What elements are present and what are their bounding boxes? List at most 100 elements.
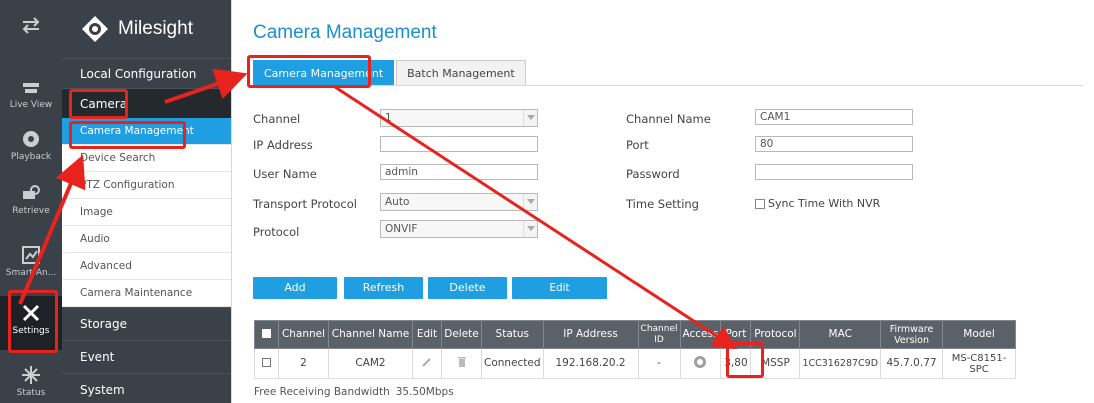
smart-analysis-icon [22, 246, 40, 264]
bandwidth-info: Free Receiving Bandwidth 35.50Mbps [254, 386, 460, 398]
pencil-icon[interactable] [421, 356, 433, 368]
header-cell: Channel Name [328, 320, 413, 349]
live-view-icon [23, 83, 39, 93]
cell-channel-id: - [637, 348, 681, 379]
password-input[interactable] [755, 164, 913, 180]
time-setting-label: Time Setting [626, 197, 699, 211]
rail-status[interactable]: Status [0, 358, 62, 403]
nav-item-camera-maintenance[interactable]: Camera Maintenance [62, 280, 231, 307]
channel-select[interactable]: 1 [380, 109, 538, 127]
row-select[interactable] [254, 348, 279, 379]
cell-delete[interactable] [441, 348, 482, 379]
cell-protocol: MSSP [750, 348, 801, 379]
rail-settings[interactable]: Settings [0, 296, 62, 350]
header-cell: Access [679, 320, 722, 349]
settings-nav: Milesight Local Configuration Camera Cam… [62, 0, 232, 403]
port-label: Port [626, 138, 649, 152]
rail-label: Settings [12, 326, 50, 336]
transport-protocol-label: Transport Protocol [253, 197, 357, 211]
header-cell: Port [720, 320, 752, 349]
header-cell: Edit [412, 320, 442, 349]
cell-model: MS-C8151-SPC [942, 348, 1017, 379]
header-cell: IP Address [542, 320, 639, 349]
icon-rail: Live View Playback Retrieve Smart An... [0, 0, 62, 403]
cell-mac: 1CC316287C9D [799, 348, 882, 379]
chevron-down-icon [523, 194, 537, 210]
retrieve-icon [23, 185, 40, 199]
page-title: Camera Management [253, 22, 437, 43]
cell-status: Connected [481, 348, 544, 379]
cell-access[interactable] [679, 348, 722, 379]
protocol-select[interactable]: ONVIF [380, 220, 538, 238]
refresh-button[interactable]: Refresh [344, 277, 423, 299]
channel-label: Channel [253, 112, 301, 126]
transport-protocol-value: Auto [385, 196, 410, 208]
header-cell: Model [942, 320, 1017, 349]
password-label: Password [626, 167, 680, 181]
trash-icon[interactable] [456, 356, 468, 368]
header-select-all[interactable] [254, 320, 279, 349]
channel-name-input[interactable]: CAM1 [755, 109, 913, 125]
nav-item-ptz-configuration[interactable]: PTZ Configuration [62, 172, 231, 199]
user-name-label: User Name [253, 167, 317, 181]
cell-ip-address: 192.168.20.2 [542, 348, 639, 379]
rail-smart-analysis[interactable]: Smart An... [0, 238, 62, 292]
ip-address-input[interactable] [380, 136, 538, 152]
ip-address-label: IP Address [253, 138, 313, 152]
brand: Milesight [62, 0, 231, 58]
settings-tools-icon [22, 304, 40, 322]
rail-label: Smart An... [5, 268, 57, 278]
cell-edit[interactable] [412, 348, 442, 379]
table-row: 2 CAM2 Connected 192.168.20.2 - 3,80 MSS… [254, 348, 1017, 379]
table-header-row: Channel Channel Name Edit Delete Status … [254, 320, 1017, 349]
transport-protocol-select[interactable]: Auto [380, 193, 538, 211]
tab-camera-management[interactable]: Camera Management [253, 60, 395, 86]
header-cell: MAC [799, 320, 882, 349]
tab-batch-management[interactable]: Batch Management [396, 60, 526, 86]
add-button[interactable]: Add [253, 277, 337, 299]
rail-label: Status [16, 388, 46, 398]
user-name-input[interactable]: admin [380, 164, 538, 180]
menu-toggle[interactable] [0, 8, 62, 62]
edit-authentication-button[interactable]: Edit Authentication [512, 277, 607, 316]
nav-system[interactable]: System [62, 373, 231, 403]
cell-channel: 2 [278, 348, 329, 379]
nav-event[interactable]: Event [62, 340, 231, 373]
select-all-checkbox[interactable] [262, 328, 271, 338]
chevron-down-icon [523, 221, 537, 237]
milesight-logo-icon [82, 16, 108, 42]
rail-label: Retrieve [12, 206, 50, 216]
bandwidth-label: Free Receiving Bandwidth [254, 386, 390, 398]
port-input[interactable]: 80 [755, 136, 913, 152]
web-access-icon[interactable] [693, 355, 707, 369]
camera-table: Channel Channel Name Edit Delete Status … [254, 320, 1017, 379]
rail-live-view[interactable]: Live View [0, 70, 62, 124]
delete-button[interactable]: Delete [428, 277, 507, 299]
rail-retrieve[interactable]: Retrieve [0, 176, 62, 230]
tab-divider [253, 85, 1083, 86]
row-checkbox[interactable] [262, 357, 271, 367]
header-cell: Status [481, 320, 544, 349]
nav-item-image[interactable]: Image [62, 199, 231, 226]
header-cell: Channel [278, 320, 329, 349]
nav-storage[interactable]: Storage [62, 307, 231, 340]
main-panel: Camera Management Camera Management Batc… [233, 0, 1094, 403]
header-cell: Protocol [750, 320, 801, 349]
header-cell: Firmware Version [880, 320, 944, 349]
chevron-down-icon [523, 110, 537, 126]
header-cell: Channel ID [637, 320, 681, 349]
status-icon [22, 366, 40, 384]
nav-local-configuration[interactable]: Local Configuration [62, 58, 231, 88]
nav-item-camera-management[interactable]: Camera Management [62, 118, 231, 145]
rail-label: Playback [10, 152, 52, 162]
header-cell: Delete [441, 320, 482, 349]
cell-firmware: 45.7.0.77 [880, 348, 944, 379]
nav-item-device-search[interactable]: Device Search [62, 145, 231, 172]
rail-playback[interactable]: Playback [0, 122, 62, 176]
nav-item-advanced[interactable]: Advanced [62, 253, 231, 280]
cell-port: 3,80 [720, 348, 752, 379]
nav-camera[interactable]: Camera [62, 88, 231, 118]
sync-time-checkbox[interactable] [755, 199, 765, 209]
rail-label: Live View [9, 100, 53, 110]
nav-item-audio[interactable]: Audio [62, 226, 231, 253]
